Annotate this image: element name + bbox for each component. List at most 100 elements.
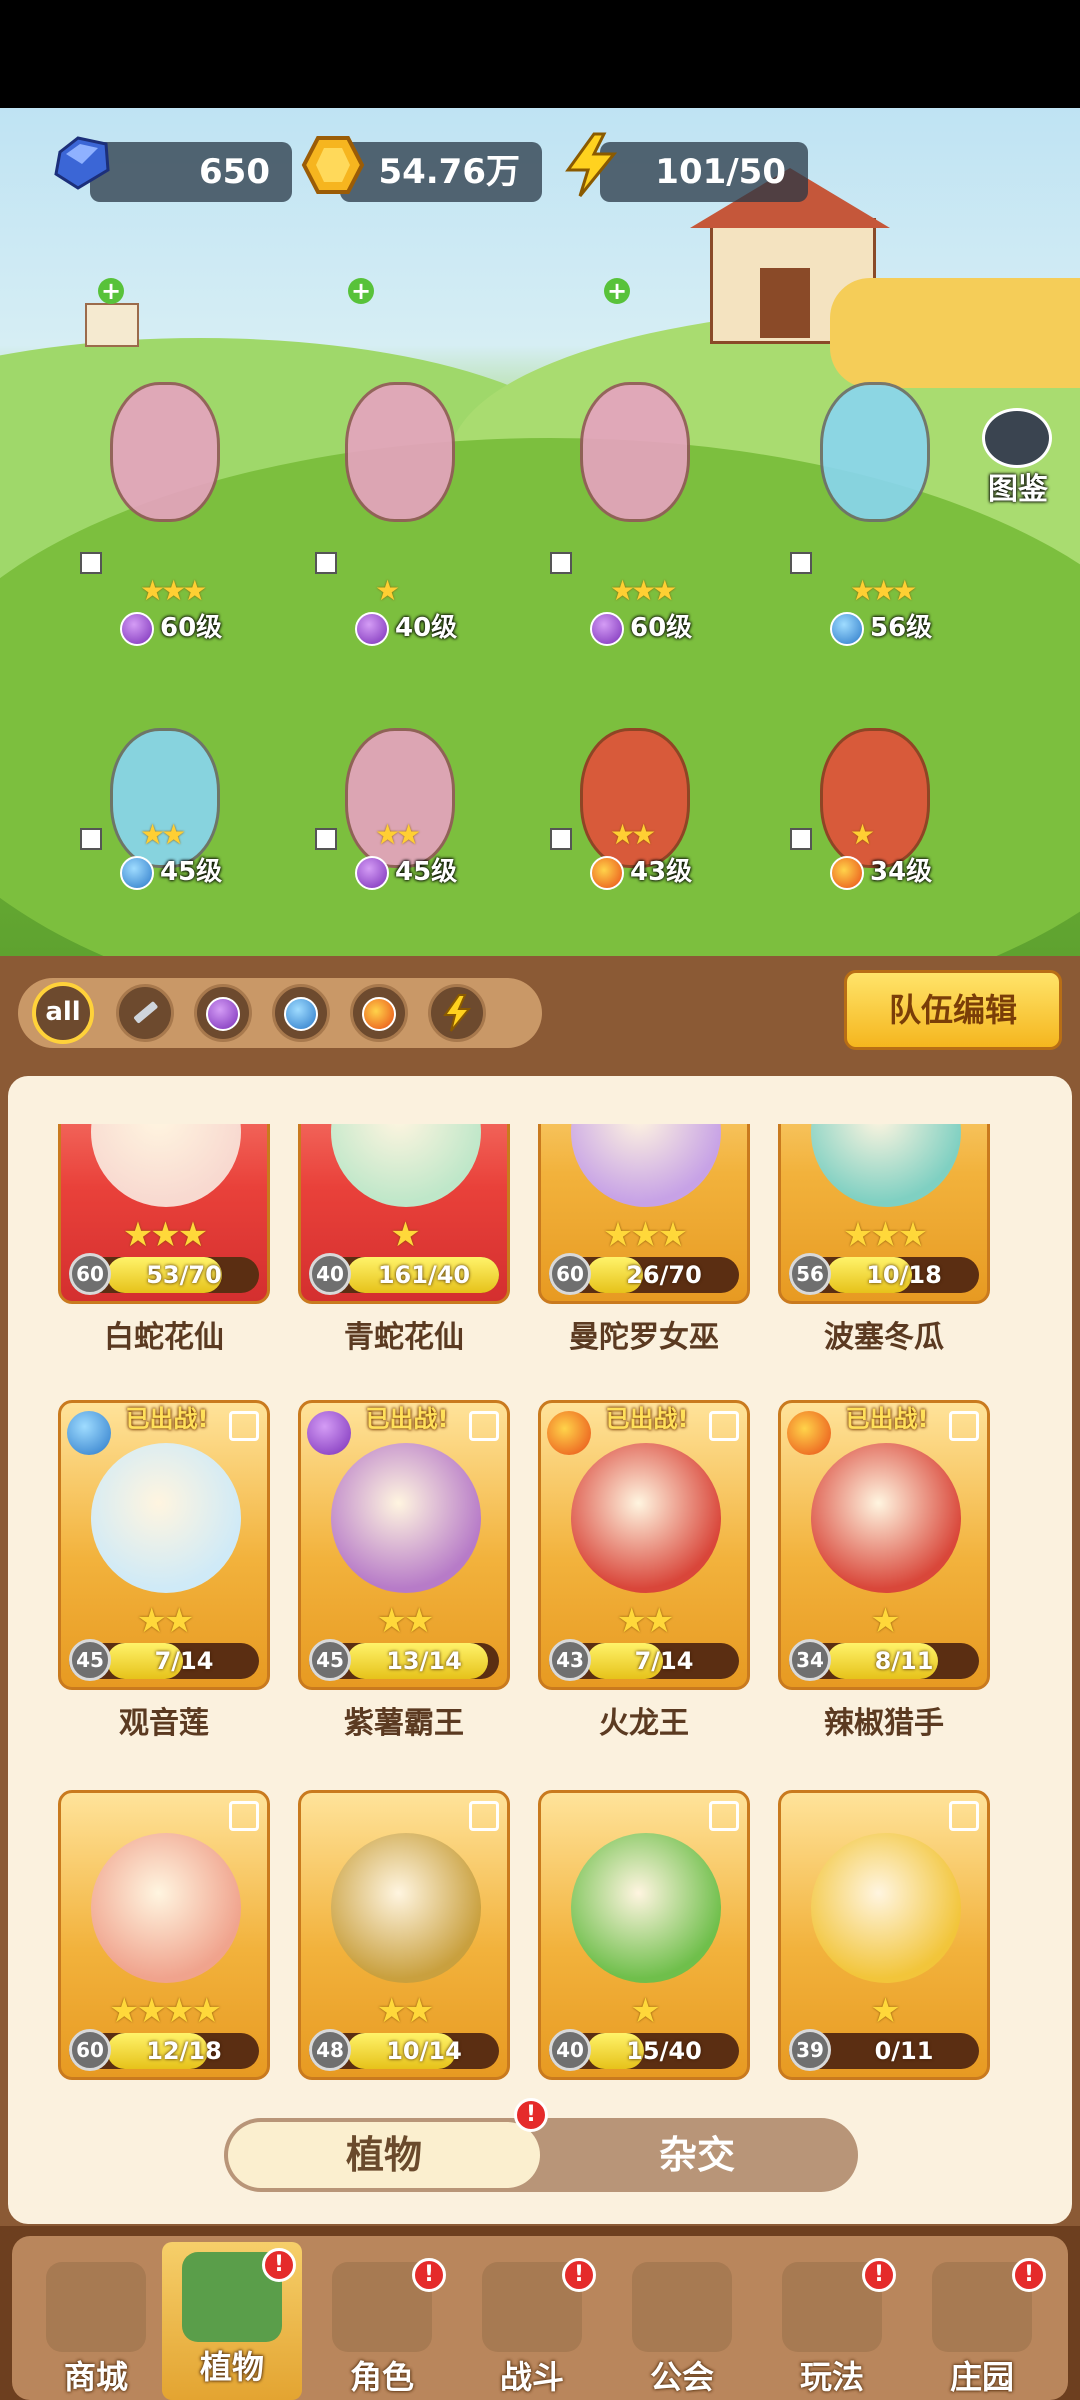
card-progress-text: 26/70 bbox=[626, 1261, 702, 1289]
plant-card[interactable]: ★ 40 161/40 bbox=[298, 1124, 510, 1304]
level-text: 45级 bbox=[395, 857, 458, 887]
filter-all-button[interactable]: all bbox=[32, 982, 94, 1044]
formation-indicator bbox=[550, 828, 572, 850]
team-member-level: 40级 bbox=[355, 608, 457, 648]
card-progress-text: 10/14 bbox=[386, 2037, 462, 2065]
add-gems-button[interactable]: + bbox=[98, 278, 124, 304]
team-member-figure[interactable] bbox=[90, 372, 240, 542]
team-member-stars: ★ bbox=[375, 574, 400, 607]
plants-tab-badge: ! bbox=[514, 2098, 548, 2132]
nav-badge: ! bbox=[1012, 2258, 1046, 2292]
nav-label: 植物 bbox=[199, 2348, 264, 2386]
filter-bar: all 队伍编辑 bbox=[0, 956, 1080, 1066]
team-edit-button[interactable]: 队伍编辑 bbox=[844, 970, 1062, 1050]
plant-card[interactable]: ★★★ 60 26/70 bbox=[538, 1124, 750, 1304]
gold-coin-icon bbox=[298, 130, 368, 200]
plant-portrait bbox=[331, 1124, 481, 1207]
plant-card[interactable]: ★★★★ 60 12/18 bbox=[58, 1790, 270, 2080]
plants-tab[interactable]: 植物 bbox=[228, 2122, 540, 2188]
hybrid-tab[interactable]: 杂交 bbox=[540, 2122, 854, 2188]
team-member-level: 60级 bbox=[590, 608, 692, 648]
card-progress-text: 12/18 bbox=[146, 2037, 222, 2065]
card-progress-text: 8/11 bbox=[874, 1647, 934, 1675]
card-stars: ★★★ bbox=[842, 1215, 928, 1255]
add-gold-button[interactable]: + bbox=[348, 278, 374, 304]
card-progress-text: 0/11 bbox=[874, 2037, 934, 2065]
plant-card[interactable]: ★ 39 0/11 bbox=[778, 1790, 990, 2080]
team-member-stars: ★★★ bbox=[850, 574, 917, 607]
codex-label: 图鉴 bbox=[988, 472, 1048, 507]
add-energy-button[interactable]: + bbox=[604, 278, 630, 304]
codex-icon bbox=[982, 408, 1052, 468]
formation-icon bbox=[709, 1411, 739, 1441]
filter-water-button[interactable] bbox=[272, 984, 330, 1042]
plant-card[interactable]: ★★ 43 7/14 已出战! bbox=[538, 1400, 750, 1690]
team-member-figure[interactable] bbox=[560, 372, 710, 542]
nav-guild[interactable]: 公会 bbox=[612, 2252, 752, 2400]
card-level: 45 bbox=[69, 1639, 111, 1681]
card-progress-text: 7/14 bbox=[634, 1647, 694, 1675]
plant-portrait bbox=[811, 1443, 961, 1593]
plant-card[interactable]: ★ 40 15/40 bbox=[538, 1790, 750, 2080]
card-progress-text: 53/70 bbox=[146, 1261, 222, 1289]
nav-shop[interactable]: 商城 bbox=[26, 2252, 166, 2400]
card-progress-bar: 39 0/11 bbox=[789, 2029, 979, 2071]
bottom-navigation: 商城 植物! 角色! 战斗! 公会 玩法! 庄园! bbox=[0, 2226, 1080, 2400]
card-progress-text: 161/40 bbox=[377, 1261, 471, 1289]
small-house bbox=[85, 303, 139, 347]
nav-plants[interactable]: 植物! bbox=[162, 2242, 302, 2400]
potion-icon bbox=[355, 855, 389, 890]
plant-card[interactable]: ★★ 45 13/14 已出战! bbox=[298, 1400, 510, 1690]
nav-gameplay[interactable]: 玩法! bbox=[762, 2252, 902, 2400]
codex-button[interactable]: 图鉴 bbox=[970, 408, 1066, 508]
card-stars: ★ bbox=[630, 1991, 660, 2031]
card-level: 40 bbox=[309, 1253, 351, 1295]
card-progress-bar: 56 10/18 bbox=[789, 1253, 979, 1295]
nav-label: 战斗 bbox=[499, 2358, 564, 2396]
gold-value: 54.76万 bbox=[378, 152, 520, 192]
filter-potion-button[interactable] bbox=[194, 984, 252, 1042]
card-stars: ★★★★ bbox=[109, 1991, 222, 2031]
formation-icon bbox=[229, 1411, 259, 1441]
plant-card[interactable]: ★★ 45 7/14 已出战! bbox=[58, 1400, 270, 1690]
nav-label: 角色 bbox=[349, 2358, 414, 2396]
nav-battle[interactable]: 战斗! bbox=[462, 2252, 602, 2400]
card-progress-bar: 40 15/40 bbox=[549, 2029, 739, 2071]
energy-value: 101/50 bbox=[655, 152, 786, 192]
plant-portrait bbox=[571, 1833, 721, 1983]
nav-character[interactable]: 角色! bbox=[312, 2252, 452, 2400]
team-member-figure[interactable] bbox=[325, 372, 475, 542]
formation-icon bbox=[469, 1801, 499, 1831]
plant-card[interactable]: ★ 34 8/11 已出战! bbox=[778, 1400, 990, 1690]
nav-label: 商城 bbox=[63, 2358, 128, 2396]
deployed-label: 已出战! bbox=[125, 1405, 209, 1433]
card-progress-bar: 45 13/14 bbox=[309, 1639, 499, 1681]
nav-manor[interactable]: 庄园! bbox=[912, 2252, 1052, 2400]
level-text: 60级 bbox=[160, 613, 223, 643]
card-progress-text: 15/40 bbox=[626, 2037, 702, 2065]
plant-card[interactable]: ★★★ 56 10/18 bbox=[778, 1124, 990, 1304]
filter-sword-button[interactable] bbox=[116, 984, 174, 1042]
level-text: 43级 bbox=[630, 857, 693, 887]
level-text: 40级 bbox=[395, 613, 458, 643]
filter-fire-button[interactable] bbox=[350, 984, 408, 1042]
plant-name: 火龙王 bbox=[599, 1706, 689, 1741]
filter-lightning-button[interactable] bbox=[428, 984, 486, 1042]
team-member-stars: ★★ bbox=[375, 818, 421, 851]
plant-portrait bbox=[571, 1124, 721, 1207]
team-member-figure[interactable] bbox=[800, 372, 950, 542]
nav-badge: ! bbox=[562, 2258, 596, 2292]
water-drop-icon bbox=[284, 996, 318, 1031]
formation-indicator bbox=[80, 828, 102, 850]
plant-name: 波塞冬瓜 bbox=[824, 1320, 944, 1355]
nav-label: 庄园 bbox=[949, 2358, 1014, 2396]
plant-card[interactable]: ★★★ 60 53/70 bbox=[58, 1124, 270, 1304]
plant-name: 青蛇花仙 bbox=[344, 1320, 464, 1355]
plant-card[interactable]: ★★ 48 10/14 bbox=[298, 1790, 510, 2080]
filter-all-label: all bbox=[45, 997, 81, 1027]
card-level: 60 bbox=[69, 1253, 111, 1295]
card-grid[interactable]: ★★★ 60 53/70 白蛇花仙 ★ 40 161/40 青蛇花仙 ★★★ 60 26/70 曼陀罗… bbox=[8, 1124, 1072, 2114]
card-progress-bar: 40 161/40 bbox=[309, 1253, 499, 1295]
gems-value: 650 bbox=[199, 152, 270, 192]
water-drop-icon bbox=[120, 855, 154, 890]
